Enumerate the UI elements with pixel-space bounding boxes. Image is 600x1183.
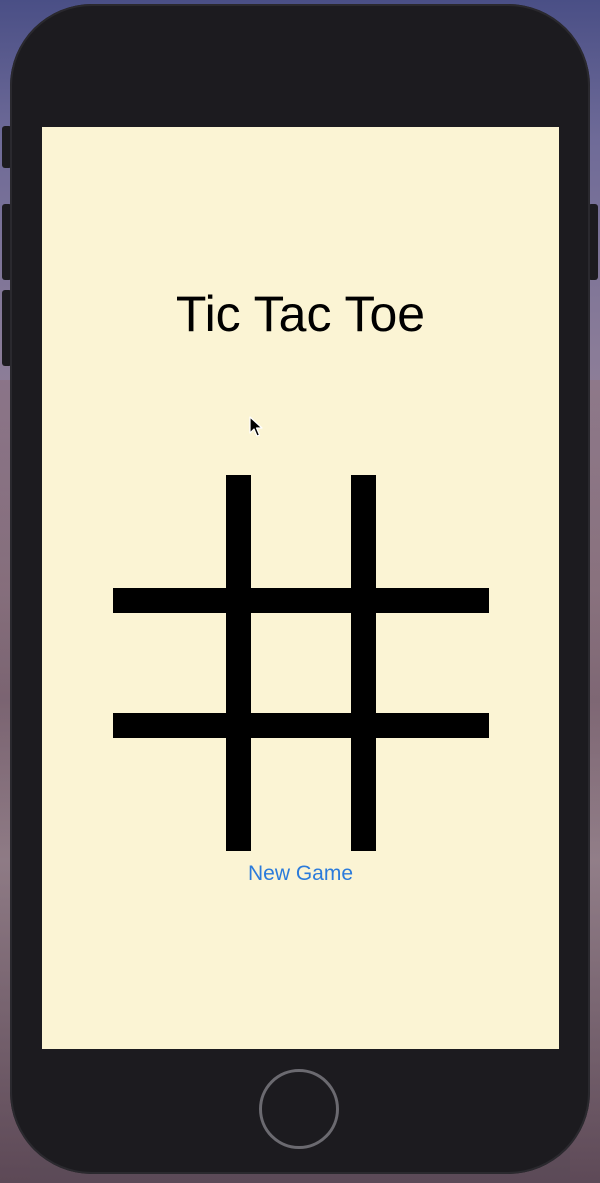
board-cell-3[interactable] bbox=[113, 613, 226, 713]
board-cell-8[interactable] bbox=[376, 738, 489, 851]
grid-line-horizontal-2 bbox=[113, 713, 489, 738]
home-button-icon[interactable] bbox=[259, 1069, 339, 1149]
new-game-button[interactable]: New Game bbox=[42, 861, 559, 887]
arrow-cursor-icon bbox=[249, 416, 263, 437]
board-cell-5[interactable] bbox=[376, 613, 489, 713]
app-screen: Tic Tac Toe New Game bbox=[42, 127, 559, 1049]
board-cell-4[interactable] bbox=[251, 613, 351, 713]
grid-line-vertical-2 bbox=[351, 475, 376, 851]
board-cell-1[interactable] bbox=[251, 475, 351, 588]
board-cell-0[interactable] bbox=[113, 475, 226, 588]
grid-line-horizontal-1 bbox=[113, 588, 489, 613]
board-cell-7[interactable] bbox=[251, 738, 351, 851]
board-cell-2[interactable] bbox=[376, 475, 489, 588]
grid-line-vertical-1 bbox=[226, 475, 251, 851]
board-cell-6[interactable] bbox=[113, 738, 226, 851]
game-board bbox=[113, 475, 489, 851]
page-title: Tic Tac Toe bbox=[175, 286, 426, 342]
